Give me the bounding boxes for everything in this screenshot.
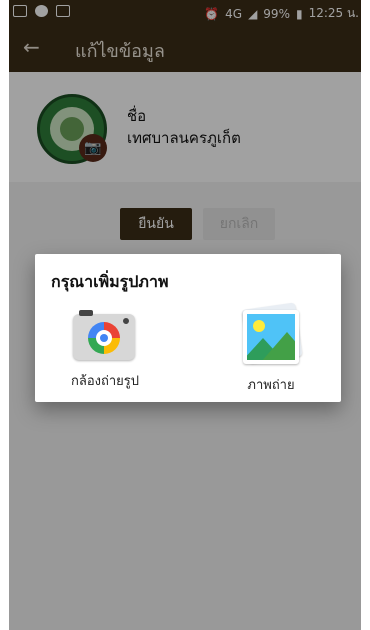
gallery-app-icon xyxy=(243,310,299,364)
gallery-option-label: ภาพถ่าย xyxy=(247,378,295,393)
dialog-title: กรุณาเพิ่มรูปภาพ xyxy=(51,272,169,291)
gallery-option[interactable]: ภาพถ่าย xyxy=(211,302,331,394)
screen: ⏰ 4G ◢ 99% ▮ 12:25 น. ← แก้ไขข้อมูล 📷 ชื… xyxy=(9,0,361,630)
camera-app-icon xyxy=(73,310,135,360)
camera-option[interactable]: กล้องถ่ายรูป xyxy=(45,304,165,394)
add-photo-dialog: กรุณาเพิ่มรูปภาพ กล้องถ่ายรูป ภาพถ่าย xyxy=(35,254,341,402)
camera-option-label: กล้องถ่ายรูป xyxy=(70,374,139,389)
